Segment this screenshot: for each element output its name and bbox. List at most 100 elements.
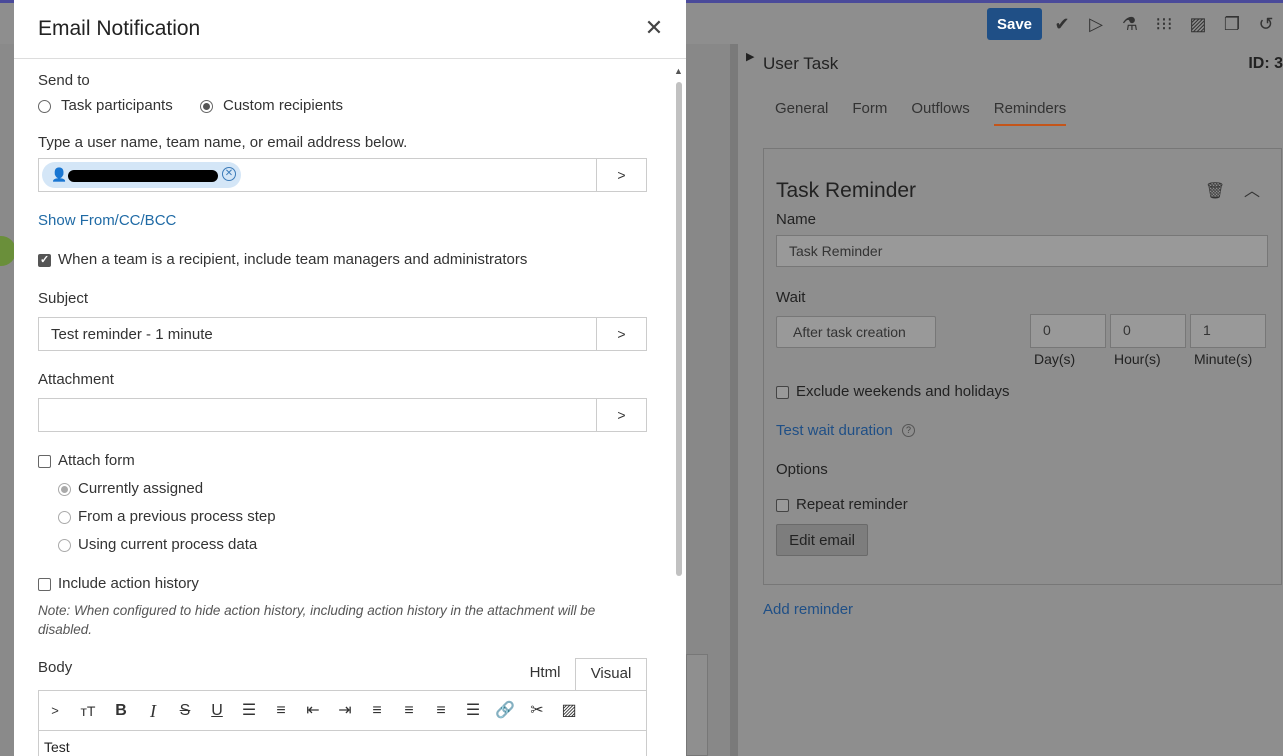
redacted-recipient-name [68,170,218,182]
test-wait-duration-link[interactable]: Test wait duration [776,422,893,439]
attachment-picker-button[interactable]: > [596,399,646,431]
recipient-chip[interactable]: 👤 ✕ [42,162,241,188]
include-team-managers-checkbox[interactable] [38,253,51,267]
wait-label: Wait [776,289,806,306]
play-icon[interactable]: ▷ [1085,13,1107,35]
link-icon[interactable]: 🔗 [494,700,516,722]
options-label: Options [776,461,828,478]
close-icon[interactable]: ✕ [644,17,664,39]
task-id: ID: 3 [1248,55,1283,72]
indent-icon[interactable]: ⇥ [334,700,356,722]
grid-icon[interactable]: ⁝⁝⁝ [1153,13,1175,35]
align-left-icon[interactable]: ≡ [366,700,388,722]
align-center-icon[interactable]: ≡ [398,700,420,722]
numbered-list-icon[interactable]: ≡ [270,700,292,722]
undo-icon[interactable]: ↺ [1255,13,1277,35]
currently-assigned-radio[interactable] [58,483,71,496]
minutes-input[interactable]: 1 [1190,314,1266,348]
recipients-hint: Type a user name, team name, or email ad… [38,134,408,151]
include-action-history-checkbox[interactable] [38,578,51,591]
chevron-up-icon[interactable]: ︿ [1244,177,1260,201]
repeat-reminder-label: Repeat reminder [796,496,908,513]
subject-value: Test reminder - 1 minute [51,326,213,343]
tab-outflows[interactable]: Outflows [911,100,969,126]
days-label: Day(s) [1034,351,1076,367]
custom-recipients-label: Custom recipients [223,97,344,114]
previous-step-label: From a previous process step [78,508,276,525]
action-history-note: Note: When configured to hide action his… [38,603,596,637]
save-button[interactable]: Save [987,8,1042,40]
add-reminder-link[interactable]: Add reminder [763,601,853,618]
send-to-label: Send to [38,72,90,89]
attachment-input[interactable]: > [38,398,647,432]
edit-email-button[interactable]: Edit email [776,524,868,556]
task-participants-radio[interactable] [38,100,51,113]
name-input[interactable]: Task Reminder [776,235,1268,267]
dialog-header: Email Notification ✕ [14,0,686,59]
dialog-scrollbar[interactable]: ▲ [672,62,686,756]
previous-step-radio[interactable] [58,511,71,524]
attachment-label: Attachment [38,371,114,388]
user-icon: 👤 [51,167,68,182]
show-from-cc-bcc-link[interactable]: Show From/CC/BCC [38,212,176,229]
current-process-data-label: Using current process data [78,536,258,553]
collapse-triangle-icon[interactable]: ▶ [746,50,754,63]
include-action-history-label: Include action history [58,575,199,592]
body-editor[interactable]: Test [38,731,647,756]
custom-recipients-radio[interactable] [200,100,213,113]
text-size-icon[interactable]: тT [77,700,99,722]
scrollbar-thumb[interactable] [676,82,682,576]
tab-visual[interactable]: Visual [575,658,647,690]
scissors-icon[interactable]: ✂ [526,700,548,722]
flask-icon[interactable]: ⚗ [1119,13,1141,35]
panel-splitter[interactable] [730,44,738,756]
subject-picker-button[interactable]: > [596,318,646,350]
tab-form[interactable]: Form [852,100,887,126]
help-icon[interactable]: ? [902,424,915,437]
task-participants-label: Task participants [61,97,173,114]
image-icon[interactable]: ▨ [1187,13,1209,35]
body-label: Body [38,659,73,676]
panel-tabs: General Form Outflows Reminders [775,100,1090,126]
wait-select-value: After task creation [793,324,906,340]
trash-icon[interactable]: 🗑 [1205,181,1225,201]
italic-icon[interactable]: I [142,700,164,722]
hours-input[interactable]: 0 [1110,314,1186,348]
underline-icon[interactable]: U [206,700,228,722]
bullet-list-icon[interactable]: ☰ [238,700,260,722]
strikethrough-icon[interactable]: S [174,700,196,722]
justify-icon[interactable]: ☰ [462,700,484,722]
outdent-icon[interactable]: ⇤ [302,700,324,722]
bold-icon[interactable]: B [110,700,132,722]
subject-input[interactable]: Test reminder - 1 minute > [38,317,647,351]
recipients-picker-button[interactable]: > [596,159,646,191]
check-icon[interactable]: ✔ [1051,13,1073,35]
tab-html[interactable]: Html [515,658,575,690]
editor-toolbar: > тT B I S U ☰ ≡ ⇤ ⇥ ≡ ≡ ≡ ☰ 🔗 ✂ ▨ [38,690,647,731]
dialog-title: Email Notification [38,17,201,40]
remove-chip-icon[interactable]: ✕ [222,167,236,181]
tab-general[interactable]: General [775,100,828,126]
align-right-icon[interactable]: ≡ [430,700,452,722]
attach-form-label: Attach form [58,452,135,469]
attach-form-checkbox[interactable] [38,455,51,468]
expand-toolbar-button[interactable]: > [44,700,66,722]
name-label: Name [776,211,817,228]
zoom-controls [686,654,708,756]
body-text: Test [44,739,70,755]
copy-icon[interactable]: ❐ [1221,13,1243,35]
recipients-input[interactable]: 👤 ✕ > [38,158,647,192]
currently-assigned-label: Currently assigned [78,480,204,497]
repeat-reminder-checkbox[interactable] [776,499,789,512]
subject-label: Subject [38,290,89,307]
tab-reminders[interactable]: Reminders [993,100,1067,126]
days-input[interactable]: 0 [1030,314,1106,348]
image-icon[interactable]: ▨ [558,700,580,722]
wait-select[interactable]: After task creation [776,316,936,348]
include-team-managers-label: When a team is a recipient, include team… [58,251,528,268]
email-notification-dialog: Email Notification ✕ ▲ Send to Task part… [14,0,686,756]
exclude-weekends-checkbox[interactable] [776,386,789,399]
minutes-label: Minute(s) [1194,351,1253,367]
scroll-up-arrow-icon[interactable]: ▲ [674,66,683,76]
current-process-data-radio[interactable] [58,539,71,552]
